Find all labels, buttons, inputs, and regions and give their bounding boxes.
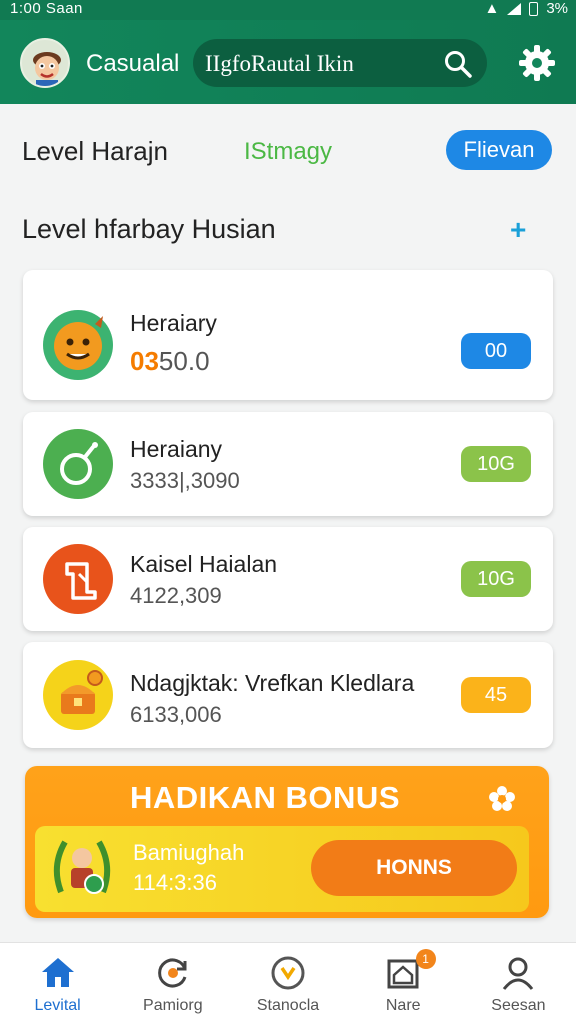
app-bar: Casualal IIgfoRautal Ikin (0, 20, 576, 104)
item-badge[interactable]: 10G (461, 446, 531, 482)
nav-item-profile[interactable]: Seesan (461, 943, 576, 1024)
search-value: IIgfoRautal Ikin (205, 51, 354, 76)
battery-icon (529, 2, 539, 16)
bottom-nav: Levital Pamiorg Stanocla 1 Nare Seesan (0, 942, 576, 1024)
nav-item-home[interactable]: 1 Nare (346, 943, 461, 1024)
filter-button[interactable]: Flievan (446, 130, 552, 170)
strategy-link[interactable]: IStmagy (244, 138, 332, 166)
item-badge[interactable]: 00 (461, 333, 531, 369)
status-time: 1:00 Saan (10, 0, 83, 17)
level-label: Level Harajn (22, 136, 168, 166)
item-value: 0350.0 (130, 346, 210, 377)
profile-icon (503, 957, 534, 990)
list-item[interactable]: Ndagjktak: Vrefkan Kledlara 6133,006 45 (23, 642, 553, 748)
item-name: Ndagjktak: Vrefkan Kledlara (130, 670, 415, 696)
wreath-icon (53, 840, 111, 894)
status-icons: ▲ 3% (484, 0, 568, 18)
list-item[interactable]: Heraiany 3333|,3090 10G (23, 412, 553, 516)
avatar[interactable] (20, 38, 70, 88)
item-value: 3333|,3090 (130, 468, 240, 493)
lion-icon (43, 310, 113, 380)
item-badge[interactable]: 10G (461, 561, 531, 597)
home-icon (41, 958, 74, 987)
alarm-icon: ▲ (484, 0, 500, 17)
item-name: Kaisel Haialan (130, 551, 278, 577)
bonus-subtitle: Bamiughah (133, 840, 245, 865)
nav-label: Levital (34, 997, 81, 1014)
item-value: 4122,309 (130, 583, 222, 608)
status-bar: 1:00 Saan ▲ 3% (0, 0, 576, 20)
signal-icon (507, 3, 522, 15)
flower-icon[interactable] (487, 784, 517, 814)
list-item[interactable]: Heraiary 0350.0 00 (23, 270, 553, 400)
bomb-icon (43, 429, 113, 499)
battery-level: 3% (546, 0, 568, 17)
notification-badge: 1 (415, 949, 436, 969)
nav-label: Seesan (491, 997, 546, 1014)
app-title: Casualal (86, 50, 180, 77)
bonus-claim-button[interactable]: HONNS (311, 840, 517, 896)
item-value: 6133,006 (130, 702, 222, 727)
nav-label: Pamiorg (143, 997, 203, 1014)
compass-icon (271, 956, 305, 990)
gear-icon[interactable] (518, 44, 556, 82)
nav-label: Nare (385, 997, 421, 1014)
bonus-timer: 114:3:36 (133, 870, 218, 895)
section-title: Level hfarbay Husian (22, 214, 276, 244)
item-value-rest: 50.0 (158, 346, 210, 376)
item-name: Heraiany (130, 436, 223, 462)
nav-item-ranking[interactable]: Pamiorg (115, 943, 230, 1024)
add-icon[interactable]: + (510, 214, 526, 246)
bonus-title: HADIKAN BONUS (130, 780, 400, 815)
search-input[interactable]: IIgfoRautal Ikin (193, 39, 487, 87)
nav-label: Stanocla (256, 997, 320, 1014)
list-item[interactable]: Kaisel Haialan 4122,309 10G (23, 527, 553, 631)
refresh-icon (158, 958, 187, 988)
bonus-card: HADIKAN BONUS Bamiughah 114:3:36 HONNS (25, 766, 549, 918)
bonus-panel: Bamiughah 114:3:36 HONNS (35, 826, 529, 912)
item-value-accent: 03 (130, 346, 159, 376)
nav-item-levels[interactable]: Levital (0, 943, 115, 1024)
item-name: Heraiary (130, 310, 217, 336)
item-badge[interactable]: 45 (461, 677, 531, 713)
boot-icon (43, 544, 113, 614)
treasure-chest-icon (43, 660, 113, 730)
nav-item-explore[interactable]: Stanocla (230, 943, 345, 1024)
search-icon[interactable] (443, 49, 473, 79)
